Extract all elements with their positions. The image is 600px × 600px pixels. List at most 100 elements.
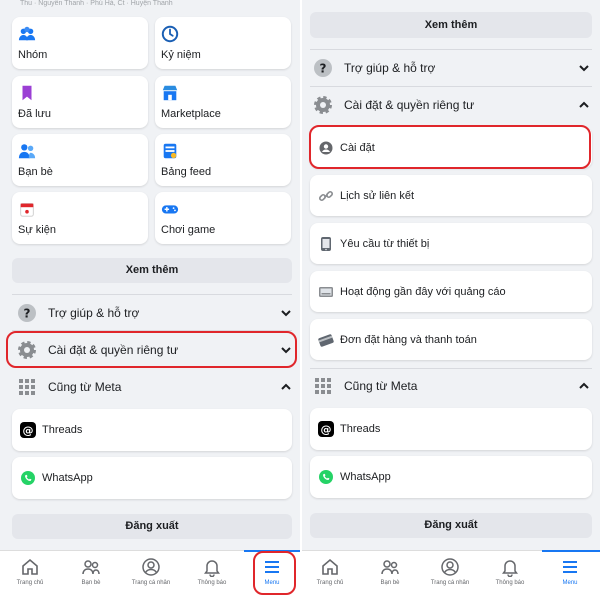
friends-outline-icon [381, 560, 399, 575]
divider [310, 49, 592, 50]
shortcut-label: Sự kiện [18, 224, 56, 236]
link-history-item[interactable]: Lịch sử liên kết [310, 175, 592, 216]
nav-label: Thông báo [495, 580, 525, 586]
also-from-meta-section[interactable]: Cũng từ Meta [312, 375, 417, 397]
nav-notifications[interactable]: Thông báo [187, 557, 237, 586]
question-icon: ? [312, 57, 334, 79]
help-support-section[interactable]: ? Trợ giúp & hỗ trợ [16, 302, 139, 324]
whatsapp-icon [20, 470, 36, 486]
shortcut-events[interactable]: Sự kiện [12, 192, 148, 244]
nav-profile[interactable]: Trang cá nhân [425, 557, 475, 586]
section-label: Trợ giúp & hỗ trợ [344, 61, 436, 75]
help-support-section[interactable]: ? Trợ giúp & hỗ trợ [312, 57, 435, 79]
friends-outline-icon [82, 560, 100, 575]
shortcut-marketplace[interactable]: Marketplace [155, 76, 291, 128]
orders-payments-item[interactable]: Đơn đặt hàng và thanh toán [310, 319, 592, 360]
bell-icon [204, 560, 220, 577]
see-more-button[interactable]: Xem thêm [310, 12, 592, 38]
threads-item[interactable]: @ Threads [310, 408, 592, 450]
shortcut-groups[interactable]: Nhóm [12, 17, 148, 69]
ads-activity-icon [318, 284, 334, 300]
chevron-down-icon[interactable] [577, 61, 591, 75]
item-label: Lịch sử liên kết [340, 189, 415, 202]
whatsapp-item[interactable]: WhatsApp [310, 456, 592, 498]
item-label: WhatsApp [340, 471, 391, 483]
home-icon [22, 558, 38, 575]
shortcut-memories[interactable]: Kỷ niệm [155, 17, 291, 69]
nav-notifications[interactable]: Thông báo [485, 557, 535, 586]
bottom-nav-bar: Trang chủ Bạn bè Trang cá nhân Thông báo… [302, 550, 600, 600]
settings-privacy-section[interactable]: Cài đặt & quyền riêng tư [312, 94, 474, 116]
svg-text:?: ? [320, 62, 327, 76]
friends-icon [18, 144, 36, 159]
item-label: WhatsApp [42, 472, 93, 484]
svg-text:@: @ [23, 424, 34, 437]
shortcut-games[interactable]: Chơi game [155, 192, 291, 244]
chevron-up-icon[interactable] [577, 98, 591, 112]
groups-icon [18, 26, 36, 41]
section-label: Trợ giúp & hỗ trợ [48, 306, 140, 320]
shortcut-label: Marketplace [161, 108, 221, 120]
also-from-meta-section[interactable]: Cũng từ Meta [16, 376, 121, 398]
nav-label: Menu [562, 580, 578, 586]
nav-label: Trang cá nhân [430, 580, 470, 586]
shortcut-label: Đã lưu [18, 108, 52, 120]
nav-profile[interactable]: Trang cá nhân [126, 557, 176, 586]
chevron-up-icon[interactable] [279, 380, 293, 394]
shortcut-label: Bạn bè [18, 166, 53, 178]
svg-text:@: @ [321, 423, 332, 436]
profile-icon [441, 558, 459, 576]
device-requests-item[interactable]: Yêu cầu từ thiết bị [310, 223, 592, 264]
shortcut-label: Kỷ niệm [161, 49, 201, 61]
recent-ad-activity-item[interactable]: Hoạt động gần đây với quảng cáo [310, 271, 592, 312]
nav-label: Trang chủ [316, 580, 344, 586]
shortcut-label: Bảng feed [161, 166, 212, 178]
section-label: Cài đặt & quyền riêng tư [344, 98, 475, 112]
profile-icon [142, 558, 160, 576]
bell-icon [502, 560, 518, 577]
nav-label: Thông báo [197, 580, 227, 586]
nav-friends[interactable]: Bạn bè [365, 557, 415, 586]
logout-button[interactable]: Đăng xuất [12, 514, 292, 539]
divider [310, 368, 592, 369]
top-clipped-text: Thu · Nguyễn Thanh · Phú Hà, Ct · Huyện … [20, 0, 173, 7]
logout-button[interactable]: Đăng xuất [310, 513, 592, 538]
nav-label: Trang cá nhân [131, 580, 171, 586]
whatsapp-item[interactable]: WhatsApp [12, 457, 292, 499]
divider [310, 86, 592, 87]
link-icon [318, 188, 334, 204]
nav-menu[interactable]: Menu [545, 557, 595, 586]
calendar-icon [20, 203, 34, 217]
nav-label: Trang chủ [16, 580, 44, 586]
shortcut-friends[interactable]: Bạn bè [12, 134, 148, 186]
active-tab-indicator [542, 550, 600, 552]
threads-item[interactable]: @ Threads [12, 409, 292, 451]
highlight-box [309, 125, 591, 169]
see-more-button[interactable]: Xem thêm [12, 258, 292, 283]
section-label: Cũng từ Meta [344, 379, 418, 393]
divider [12, 294, 292, 295]
threads-icon: @ [318, 421, 334, 437]
chevron-up-icon[interactable] [577, 379, 591, 393]
marketplace-shop-icon [162, 85, 178, 101]
nav-home[interactable]: Trang chủ [305, 557, 355, 586]
shortcut-label: Nhóm [18, 49, 48, 61]
bottom-nav-bar: Trang chủ Bạn bè Trang cá nhân Thông báo… [0, 550, 300, 600]
grid-apps-icon [312, 375, 334, 397]
hamburger-menu-icon [563, 561, 577, 573]
shortcut-saved[interactable]: Đã lưu [12, 76, 148, 128]
bookmark-icon [22, 85, 32, 101]
shortcut-label: Chơi game [161, 224, 216, 236]
nav-friends[interactable]: Bạn bè [66, 557, 116, 586]
device-icon [318, 236, 334, 252]
item-label: Threads [340, 423, 381, 435]
chevron-down-icon[interactable] [279, 306, 293, 320]
shortcut-feeds[interactable]: Bảng feed [155, 134, 291, 186]
feed-icon [163, 143, 177, 159]
item-label: Threads [42, 424, 83, 436]
highlight-box [253, 551, 296, 595]
svg-text:?: ? [24, 307, 31, 321]
left-menu-screen: Thu · Nguyễn Thanh · Phú Hà, Ct · Huyện … [0, 0, 300, 600]
nav-label: Bạn bè [81, 580, 101, 586]
nav-home[interactable]: Trang chủ [5, 557, 55, 586]
